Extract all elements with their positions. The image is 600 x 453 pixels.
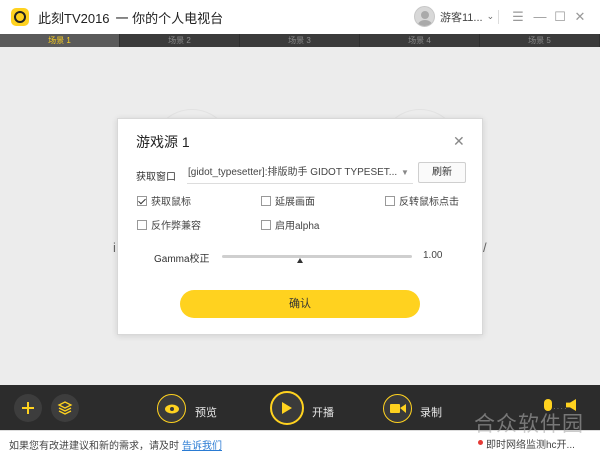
- plus-icon: [22, 402, 34, 414]
- checkbox-alpha[interactable]: 启用alpha: [261, 217, 319, 232]
- tab-scene-1[interactable]: 场景 1: [0, 34, 120, 47]
- divider: [498, 10, 499, 24]
- network-status-icon: [478, 440, 483, 445]
- add-source-button[interactable]: [14, 394, 42, 422]
- record-button[interactable]: [383, 394, 412, 423]
- checkbox-label: 获取鼠标: [151, 197, 191, 208]
- start-broadcast-button[interactable]: [270, 391, 304, 425]
- app-logo-icon: [11, 8, 29, 26]
- checkbox-capture-mouse[interactable]: 获取鼠标: [137, 193, 191, 208]
- checkbox-icon[interactable]: [261, 219, 271, 230]
- chevron-down-icon: ⌄: [486, 11, 495, 21]
- capture-window-select[interactable]: [gidot_typesetter]:排版助手 GIDOT TYPESET...: [187, 164, 413, 184]
- preview-label: 预览: [195, 407, 217, 419]
- confirm-button[interactable]: 确认: [180, 290, 420, 318]
- play-icon: [282, 402, 292, 414]
- gamma-slider[interactable]: [222, 255, 412, 258]
- preview-button[interactable]: [157, 394, 186, 423]
- checkbox-icon[interactable]: [385, 195, 395, 206]
- app-slogan: 一 你的个人电视台: [115, 10, 224, 26]
- feedback-link[interactable]: 告诉我们: [182, 441, 222, 452]
- menu-icon[interactable]: ☰: [510, 9, 526, 25]
- close-button[interactable]: ✕: [572, 9, 588, 25]
- watermark: 合众软件园: [474, 413, 584, 436]
- app-title: 此刻TV2016: [38, 10, 110, 26]
- user-menu[interactable]: 游客11... ⌄: [414, 6, 494, 27]
- eye-icon: [164, 404, 179, 413]
- gamma-label: Gamma校正: [154, 254, 210, 265]
- start-broadcast-label: 开播: [312, 407, 334, 419]
- title-bar: 此刻TV2016 一 你的个人电视台 游客11... ⌄ ☰ — ☐ ✕: [0, 0, 600, 34]
- checkbox-icon[interactable]: [261, 195, 271, 206]
- tab-scene-2[interactable]: 场景 2: [120, 34, 240, 47]
- refresh-button[interactable]: 刷新: [418, 162, 466, 183]
- preview-text-left: i: [113, 240, 116, 255]
- checkbox-anti-cheat[interactable]: 反作弊兼容: [137, 217, 201, 232]
- tab-scene-4[interactable]: 场景 4: [360, 34, 480, 47]
- layers-button[interactable]: [51, 394, 79, 422]
- checkbox-label: 反转鼠标点击: [399, 197, 459, 208]
- gamma-value: 1.00: [423, 250, 443, 261]
- checkbox-label: 延展画面: [275, 197, 315, 208]
- maximize-button[interactable]: ☐: [552, 9, 568, 25]
- scene-tabs: 场景 1 场景 2 场景 3 场景 4 场景 5: [0, 34, 600, 47]
- network-status-text: 即时网络监测hc开...: [486, 440, 575, 451]
- avatar: [414, 6, 435, 27]
- gamma-slider-handle[interactable]: [296, 258, 303, 263]
- checkbox-icon[interactable]: [137, 195, 147, 206]
- tab-scene-5[interactable]: 场景 5: [480, 34, 600, 47]
- tab-scene-3[interactable]: 场景 3: [240, 34, 360, 47]
- capture-window-label: 获取窗口: [136, 172, 176, 183]
- checkbox-invert-click[interactable]: 反转鼠标点击: [385, 193, 459, 208]
- video-camera-icon: [389, 404, 406, 413]
- record-label: 录制: [420, 407, 442, 419]
- minimize-button[interactable]: —: [532, 9, 548, 25]
- user-name: 游客11...: [440, 11, 483, 24]
- checkbox-label: 启用alpha: [275, 221, 320, 232]
- checkbox-icon[interactable]: [137, 219, 147, 230]
- checkbox-stretch[interactable]: 延展画面: [261, 193, 315, 208]
- checkbox-label: 反作弊兼容: [151, 221, 201, 232]
- dialog-title: 游戏源 1: [136, 134, 190, 150]
- feedback-text: 如果您有改进建议和新的需求，请及时: [9, 441, 179, 452]
- feedback-message: 如果您有改进建议和新的需求，请及时 告诉我们: [9, 437, 222, 452]
- layers-icon: [57, 401, 73, 415]
- game-source-dialog: 游戏源 1 ✕ 获取窗口 [gidot_typesetter]:排版助手 GID…: [117, 118, 483, 335]
- close-icon[interactable]: ✕: [453, 133, 465, 150]
- chevron-down-icon[interactable]: ▼: [401, 168, 409, 177]
- preview-text-right: /: [483, 240, 487, 255]
